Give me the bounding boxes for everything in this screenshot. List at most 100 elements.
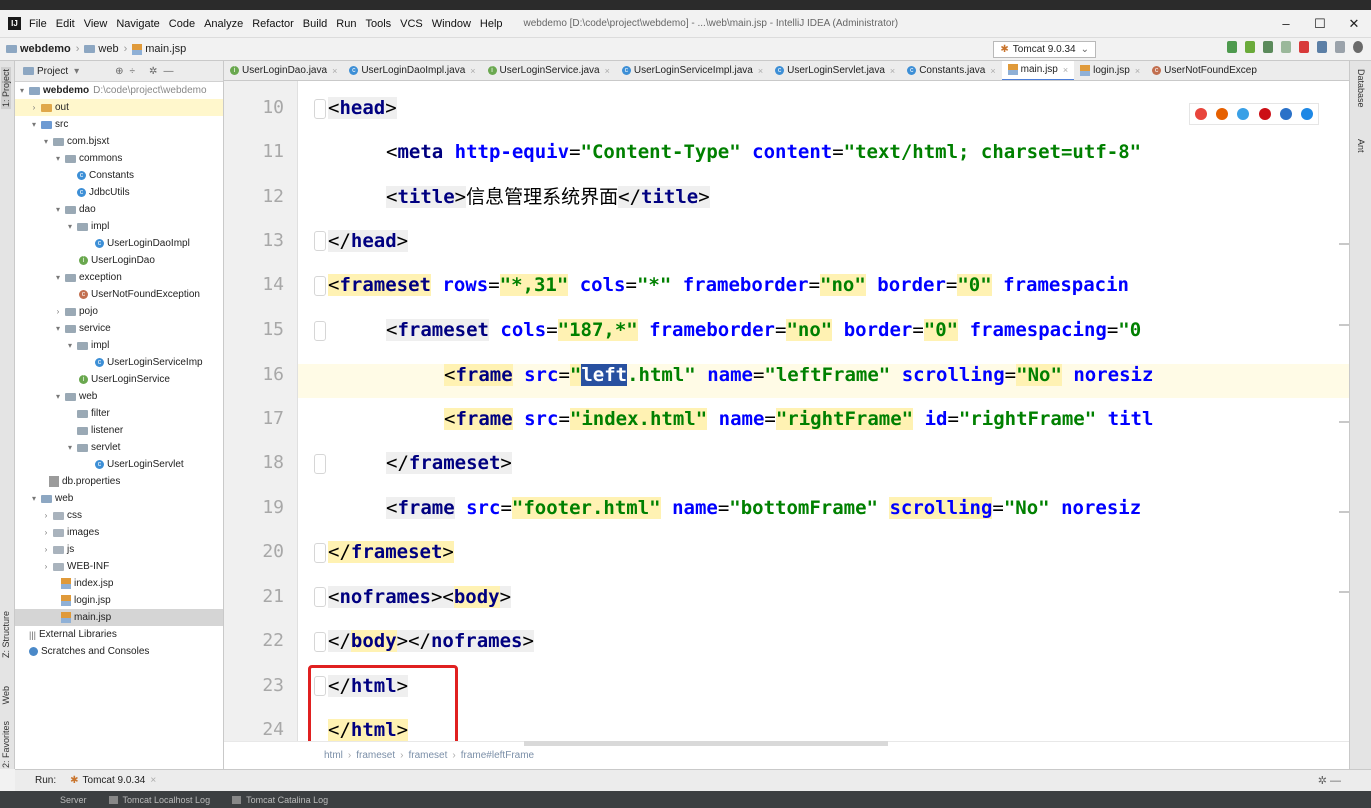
tree-item-folder[interactable]: › WEB-INF xyxy=(15,558,223,575)
close-icon[interactable]: × xyxy=(150,775,156,786)
close-icon[interactable]: × xyxy=(332,66,337,76)
tab-login-jsp[interactable]: login.jsp × xyxy=(1074,61,1146,80)
editor-crumb-frameset[interactable]: frameset xyxy=(409,750,448,761)
fold-marker-icon[interactable] xyxy=(314,231,326,251)
tree-item-class[interactable]: c UserLoginServiceImp xyxy=(15,354,223,371)
gear-icon[interactable]: ✲ xyxy=(149,66,157,77)
breadcrumb-project[interactable]: webdemo xyxy=(20,43,71,55)
code-line-19[interactable]: <frame src="footer.html" name="bottomFra… xyxy=(386,495,1141,521)
tab-userlogindaoimpl[interactable]: c UserLoginDaoImpl.java × xyxy=(343,61,481,80)
firefox-icon[interactable] xyxy=(1215,108,1228,120)
build-icon[interactable] xyxy=(1227,41,1237,53)
ant-tool-button[interactable]: Ant xyxy=(1356,139,1366,153)
run-configuration-dropdown[interactable]: ✱ Tomcat 9.0.34 ⌄ xyxy=(993,41,1096,58)
tree-item-folder[interactable]: › css xyxy=(15,507,223,524)
close-icon[interactable]: × xyxy=(890,66,895,76)
tree-item-package[interactable]: ▾ impl xyxy=(15,218,223,235)
tree-item-package[interactable]: ▾ exception xyxy=(15,269,223,286)
close-button[interactable]: ✕ xyxy=(1337,10,1371,37)
web-tool-button[interactable]: Web xyxy=(1,686,11,704)
tree-item-package[interactable]: ▾ dao xyxy=(15,201,223,218)
tree-item-package[interactable]: listener xyxy=(15,422,223,439)
tree-item-class[interactable]: c UserLoginServlet xyxy=(15,456,223,473)
layout-icon[interactable] xyxy=(1335,41,1345,53)
tree-item-package[interactable]: ▾ com.bjsxt xyxy=(15,133,223,150)
menu-navigate[interactable]: Navigate xyxy=(116,18,159,30)
tree-item-file[interactable]: index.jsp xyxy=(15,575,223,592)
database-tool-button[interactable]: Database xyxy=(1356,69,1366,108)
code-line-17[interactable]: <frame src="index.html" name="rightFrame… xyxy=(444,406,1153,432)
project-view-selector[interactable]: Project xyxy=(37,66,68,77)
tree-item-package[interactable]: ▾ servlet xyxy=(15,439,223,456)
tab-constants[interactable]: c Constants.java × xyxy=(901,61,1001,80)
code-editor[interactable]: 10 11 12 13 14 15 16 17 18 19 20 21 22 2… xyxy=(224,81,1349,741)
menu-build[interactable]: Build xyxy=(303,18,327,30)
close-icon[interactable]: × xyxy=(470,66,475,76)
menu-vcs[interactable]: VCS xyxy=(400,18,423,30)
code-line-14[interactable]: <frameset rows="*,31" cols="*" framebord… xyxy=(328,272,1129,298)
minimize-button[interactable]: – xyxy=(1269,10,1303,37)
edge-icon[interactable] xyxy=(1301,108,1314,120)
coverage-icon[interactable] xyxy=(1281,41,1291,53)
tab-userloginservice[interactable]: i UserLoginService.java × xyxy=(482,61,616,80)
structure-tool-button[interactable]: Z: Structure xyxy=(1,611,11,658)
tab-tomcat-catalina-log[interactable]: Tomcat Catalina Log xyxy=(232,795,328,805)
fold-marker-icon[interactable] xyxy=(314,321,326,341)
tab-userloginserviceimpl[interactable]: c UserLoginServiceImpl.java × xyxy=(616,61,769,80)
menu-file[interactable]: File xyxy=(29,18,47,30)
menu-window[interactable]: Window xyxy=(432,18,471,30)
tree-item-folder[interactable]: › images xyxy=(15,524,223,541)
menu-edit[interactable]: Edit xyxy=(56,18,75,30)
tree-item-class[interactable]: c Constants xyxy=(15,167,223,184)
breadcrumb-file[interactable]: main.jsp xyxy=(145,43,186,55)
tree-item-file-selected[interactable]: main.jsp xyxy=(15,609,223,626)
tree-item-src[interactable]: ▾ src xyxy=(15,116,223,133)
tree-item-out[interactable]: › out xyxy=(15,99,223,116)
tree-item-package[interactable]: ▾ impl xyxy=(15,337,223,354)
tree-item-interface[interactable]: i UserLoginService xyxy=(15,371,223,388)
editor-crumb-html[interactable]: html xyxy=(324,750,343,761)
tree-item-interface[interactable]: i UserLoginDao xyxy=(15,252,223,269)
code-line-12[interactable]: <title>信息管理系统界面</title> xyxy=(386,184,710,210)
fold-marker-icon[interactable] xyxy=(314,632,326,652)
close-icon[interactable]: × xyxy=(1063,65,1068,75)
tree-item-file[interactable]: login.jsp xyxy=(15,592,223,609)
editor-crumb-frame[interactable]: frame#leftFrame xyxy=(461,750,534,761)
menu-tools[interactable]: Tools xyxy=(365,18,391,30)
tab-userloginservlet[interactable]: c UserLoginServlet.java × xyxy=(769,61,901,80)
menu-refactor[interactable]: Refactor xyxy=(252,18,294,30)
menu-view[interactable]: View xyxy=(84,18,108,30)
close-icon[interactable]: × xyxy=(758,66,763,76)
tab-usernotfoundexception[interactable]: c UserNotFoundExcep xyxy=(1146,61,1263,80)
code-line-22[interactable]: </body></noframes> xyxy=(328,628,534,654)
menu-run[interactable]: Run xyxy=(336,18,356,30)
editor-crumb-frameset[interactable]: frameset xyxy=(356,750,395,761)
favorites-tool-button[interactable]: 2: Favorites xyxy=(1,721,11,768)
hide-icon[interactable]: — xyxy=(163,66,173,77)
tree-item-libraries[interactable]: ||| External Libraries xyxy=(15,626,223,643)
fold-marker-icon[interactable] xyxy=(314,454,326,474)
tree-item-package[interactable]: ▾ service xyxy=(15,320,223,337)
search-icon[interactable] xyxy=(1353,41,1363,53)
breadcrumb-folder[interactable]: web xyxy=(98,43,118,55)
code-line-18[interactable]: </frameset> xyxy=(386,450,512,476)
debug-icon[interactable] xyxy=(1263,41,1273,53)
code-line-11[interactable]: <meta http-equiv="Content-Type" content=… xyxy=(386,139,1141,165)
project-structure-icon[interactable] xyxy=(1317,41,1327,53)
tree-item-web[interactable]: ▾ web xyxy=(15,490,223,507)
run-icon[interactable] xyxy=(1245,41,1255,53)
tab-server[interactable]: Server xyxy=(60,795,87,805)
horizontal-scrollbar[interactable] xyxy=(524,741,888,746)
close-icon[interactable]: × xyxy=(990,66,995,76)
fold-marker-icon[interactable] xyxy=(314,99,326,119)
fold-marker-icon[interactable] xyxy=(314,276,326,296)
tree-item-class[interactable]: c JdbcUtils xyxy=(15,184,223,201)
opera-icon[interactable] xyxy=(1258,108,1271,120)
safari-icon[interactable] xyxy=(1237,108,1250,120)
locate-icon[interactable]: ⊕ xyxy=(115,66,123,77)
gear-icon[interactable]: ✲ — xyxy=(1318,774,1341,787)
fold-marker-icon[interactable] xyxy=(314,543,326,563)
tree-item-package[interactable]: filter xyxy=(15,405,223,422)
menu-help[interactable]: Help xyxy=(480,18,503,30)
tab-main-jsp[interactable]: main.jsp × xyxy=(1001,61,1075,80)
